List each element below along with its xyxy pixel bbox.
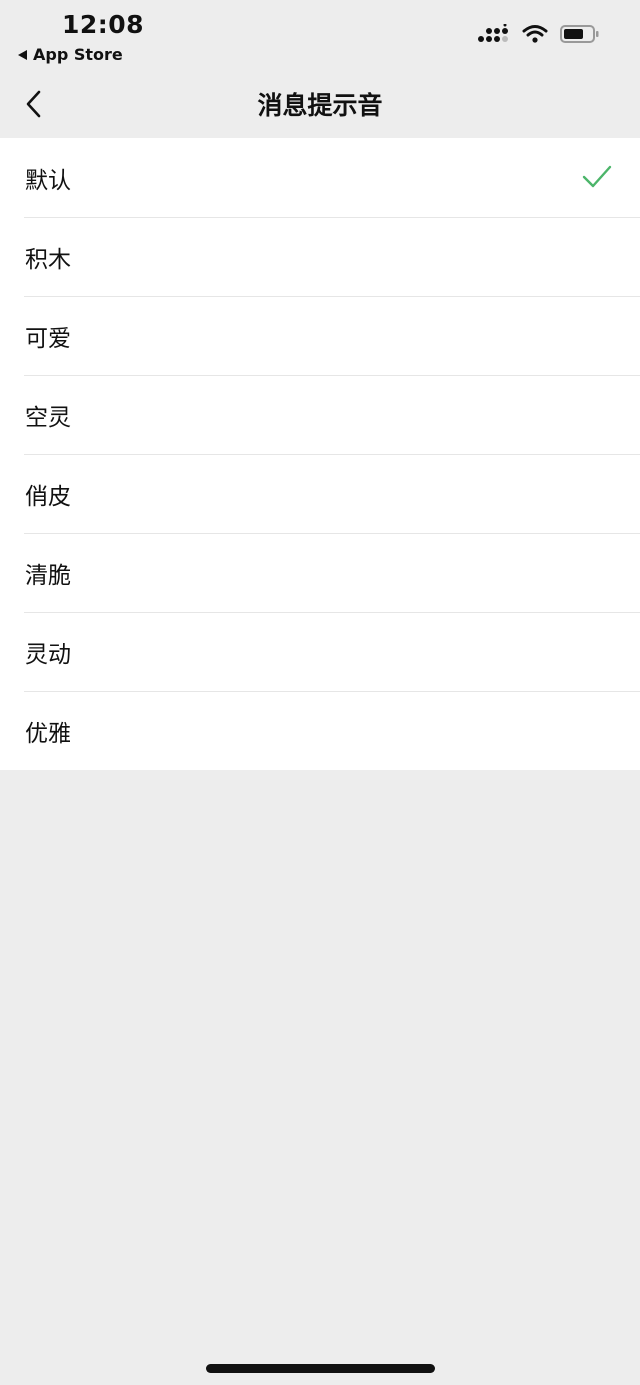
back-app-label: App Store — [33, 45, 123, 64]
sound-option-label: 优雅 — [25, 720, 71, 747]
sound-option[interactable]: 积木 — [0, 217, 640, 296]
sound-list: 默认 积木 可爱 空灵 俏皮 清脆 灵动 优雅 — [0, 138, 640, 770]
sound-option[interactable]: 可爱 — [0, 296, 640, 375]
sound-option-label: 清脆 — [25, 562, 71, 589]
status-time: 12:08 — [62, 10, 145, 39]
sound-option[interactable]: 灵动 — [0, 612, 640, 691]
sound-option-label: 俏皮 — [25, 483, 71, 510]
sound-option-label: 默认 — [25, 167, 71, 194]
back-to-app-link[interactable]: App Store — [18, 45, 123, 64]
checkmark-icon — [582, 165, 612, 188]
page-title: 消息提示音 — [257, 91, 383, 120]
signal-icon — [478, 24, 508, 42]
navigation-bar: 消息提示音 — [0, 70, 640, 138]
sound-option[interactable]: 优雅 — [0, 691, 640, 770]
sound-option[interactable]: 默认 — [0, 138, 640, 217]
sound-option-label: 积木 — [25, 246, 71, 273]
wifi-icon — [522, 25, 548, 43]
sound-option[interactable]: 俏皮 — [0, 454, 640, 533]
sound-option-label: 空灵 — [25, 404, 71, 431]
battery-icon — [560, 25, 599, 43]
sound-option[interactable]: 空灵 — [0, 375, 640, 454]
status-icons — [478, 24, 600, 44]
home-indicator[interactable] — [206, 1364, 435, 1373]
sound-option-label: 可爱 — [25, 325, 71, 352]
back-triangle-icon — [18, 49, 27, 60]
sound-option[interactable]: 清脆 — [0, 533, 640, 612]
status-bar: 12:08 App Store — [0, 0, 640, 70]
sound-option-label: 灵动 — [25, 641, 71, 668]
